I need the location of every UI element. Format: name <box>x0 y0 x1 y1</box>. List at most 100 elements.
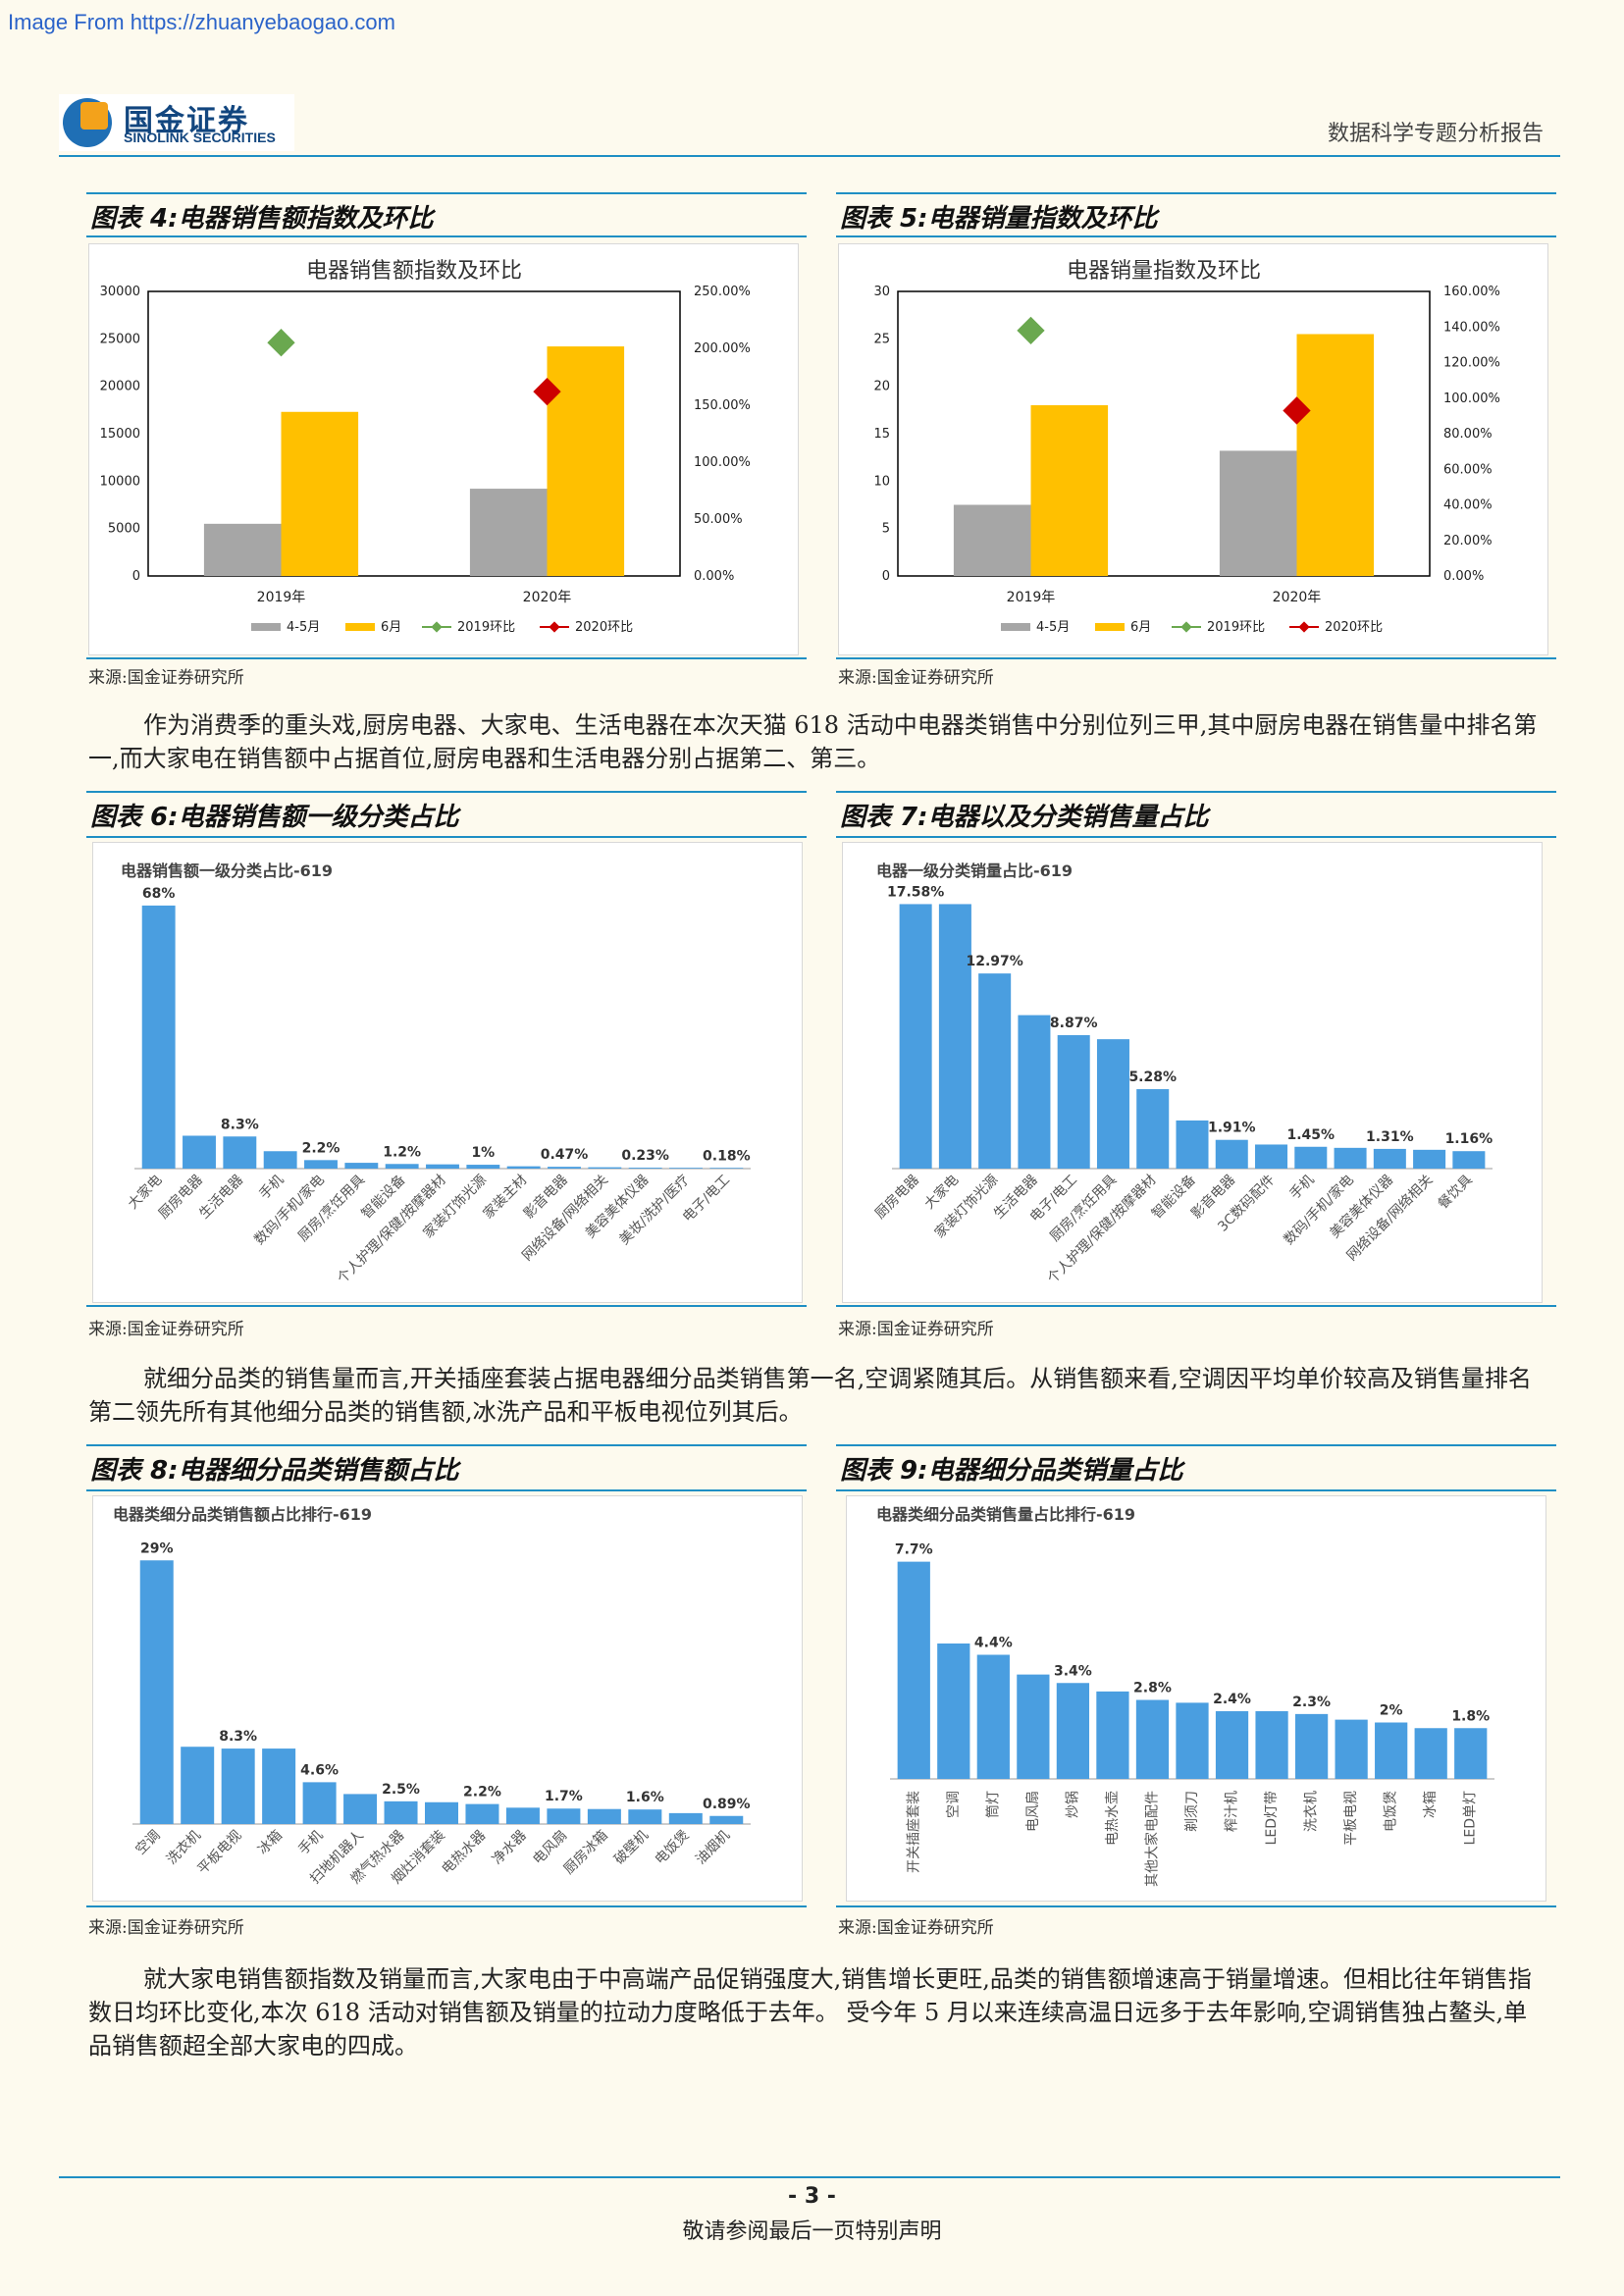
bar-6月 <box>281 411 359 576</box>
data-label: 0.47% <box>541 1147 589 1163</box>
fig6-source: 来源:国金证券研究所 <box>88 1320 244 1339</box>
bar <box>466 1165 500 1169</box>
data-label: 1.16% <box>1445 1131 1493 1147</box>
legend-label: 2020环比 <box>575 620 633 635</box>
report-title: 数据科学专题分析报告 <box>1327 122 1544 146</box>
bar <box>1176 1702 1209 1779</box>
bar <box>978 973 1012 1169</box>
legend-label: 2019环比 <box>1207 620 1265 635</box>
bar-4-5月 <box>1219 450 1297 576</box>
bar <box>1255 1711 1288 1779</box>
data-label: 4.4% <box>974 1636 1013 1651</box>
x-tick-label: 平板电视 <box>1343 1791 1359 1846</box>
chart-title: 电器销量指数及环比 <box>1067 259 1261 284</box>
data-label: 2.2% <box>302 1140 341 1156</box>
header-divider <box>59 155 1560 157</box>
bar <box>668 1812 703 1824</box>
data-label: 17.58% <box>887 884 944 900</box>
x-tick-label: 炒锅 <box>1065 1791 1080 1818</box>
y2-tick-label: 200.00% <box>694 341 751 356</box>
data-label: 29% <box>140 1540 174 1556</box>
bar <box>262 1748 296 1824</box>
bar <box>506 1166 541 1169</box>
x-tick-label: 破壁机 <box>611 1828 652 1868</box>
y2-tick-label: 20.00% <box>1443 534 1493 548</box>
x-tick-label: 数码/手机/家电 <box>251 1172 328 1248</box>
fig8-chart: 电器类细分品类销售额占比排行-619 29% 空调 洗衣机 8.3% 平板电视 冰箱 4.6%… <box>92 1495 803 1902</box>
x-tick-label: 2019年 <box>257 590 306 605</box>
bar <box>181 1747 215 1824</box>
bar <box>547 1808 581 1824</box>
legend-label: 4-5月 <box>1036 620 1070 635</box>
x-tick-label: 净水器 <box>490 1828 530 1868</box>
y-tick-label: 10 <box>873 474 890 489</box>
bar <box>263 1151 297 1169</box>
bar <box>1215 1711 1249 1779</box>
data-label: 1.6% <box>626 1790 664 1805</box>
y2-tick-label: 100.00% <box>1443 391 1500 406</box>
fig4-title-rule <box>86 235 807 237</box>
legend-marker <box>549 621 560 633</box>
x-tick-label: 美妆/洗护/医疗 <box>616 1173 692 1248</box>
x-tick-label: LED灯带 <box>1264 1791 1280 1845</box>
fig8-title: 图表 8:电器细分品类销售额占比 <box>90 1456 459 1486</box>
fig7-title-rule <box>836 836 1556 838</box>
x-tick-label: 厨房电器 <box>872 1173 922 1223</box>
bar <box>1136 1089 1170 1169</box>
y-tick-label: 30 <box>873 285 890 299</box>
paragraph-3: 就大家电销售额指数及销量而言,大家电由于中高端产品促销强度大,销售增长更旺,品类… <box>88 1965 1532 2060</box>
y2-tick-label: 80.00% <box>1443 427 1493 442</box>
fig5-title: 图表 5:电器销量指数及环比 <box>840 204 1158 234</box>
bar <box>505 1807 540 1824</box>
fig6-title-rule <box>86 836 807 838</box>
fig5-svg: 电器销量指数及环比 0 5 10 15 20 25 30 0.00% 20.00% 40.00% 60… <box>873 259 1500 635</box>
y2-tick-label: 250.00% <box>694 285 751 299</box>
data-label: 8.3% <box>219 1729 257 1745</box>
x-tick-label: 剃须刀 <box>1184 1791 1200 1832</box>
fig9-svg: 电器类细分品类销售量占比排行-619 7.7% 开关插座套装 空调 4.4% 筒灯 电风扇 3… <box>876 1505 1494 1887</box>
fig4-top-rule <box>86 192 807 194</box>
y2-tick-label: 140.00% <box>1443 320 1500 335</box>
x-tick-label: 电饭煲 <box>1383 1791 1399 1832</box>
data-label: 1.8% <box>1451 1708 1490 1724</box>
y-tick-label: 25000 <box>100 332 140 346</box>
data-label: 2.8% <box>1133 1681 1172 1696</box>
x-tick-label: 开关插座套装 <box>906 1791 921 1873</box>
fig7-top-rule <box>836 791 1556 793</box>
fig7-source: 来源:国金证券研究所 <box>838 1320 994 1339</box>
bar <box>669 1168 703 1169</box>
data-label: 1.2% <box>383 1144 421 1160</box>
data-label: 0.23% <box>621 1148 669 1164</box>
legend-label: 2019环比 <box>457 620 515 635</box>
bar <box>343 1794 378 1824</box>
x-tick-label: 冰箱 <box>255 1828 286 1858</box>
data-label: 2.2% <box>463 1785 501 1800</box>
x-tick-label: 厨房/烹饪用具 <box>1047 1172 1121 1245</box>
x-tick-label: 电风扇 <box>530 1828 570 1868</box>
fig6-bottom-rule <box>86 1305 807 1307</box>
bar <box>1096 1691 1129 1779</box>
fig8-bottom-rule <box>86 1905 807 1907</box>
x-tick-label: 厨房冰箱 <box>561 1828 611 1878</box>
bar <box>1056 1683 1090 1779</box>
data-label: 8.87% <box>1050 1016 1098 1031</box>
y-tick-label: 20 <box>873 380 890 394</box>
y2-tick-label: 0.00% <box>694 569 734 584</box>
data-label: 0.89% <box>703 1797 751 1812</box>
fig6-title: 图表 6:电器销售额一级分类占比 <box>90 803 459 832</box>
bar <box>1334 1147 1367 1169</box>
data-label: 1.45% <box>1287 1127 1336 1143</box>
bar <box>1017 1674 1050 1779</box>
bar <box>1096 1039 1129 1169</box>
bar <box>223 1136 257 1169</box>
y2-tick-label: 60.00% <box>1443 462 1493 477</box>
bar-6月 <box>547 346 625 576</box>
fig4-chart: 电器销售额指数及环比 0 5000 10000 15000 20000 25000 30000… <box>88 243 799 655</box>
x-tick-label: 厨房电器 <box>156 1173 206 1223</box>
fig4-svg: 电器销售额指数及环比 0 5000 10000 15000 20000 25000 30000… <box>100 259 751 635</box>
legend-swatch <box>1001 623 1030 631</box>
fig7-chart: 电器一级分类销量占比-619 17.58% 厨房电器 大家电 12.97% 家装灯饰光源生… <box>842 842 1543 1303</box>
legend-label: 4-5月 <box>287 620 320 635</box>
bar <box>548 1167 581 1169</box>
data-label: 0.18% <box>703 1148 751 1164</box>
